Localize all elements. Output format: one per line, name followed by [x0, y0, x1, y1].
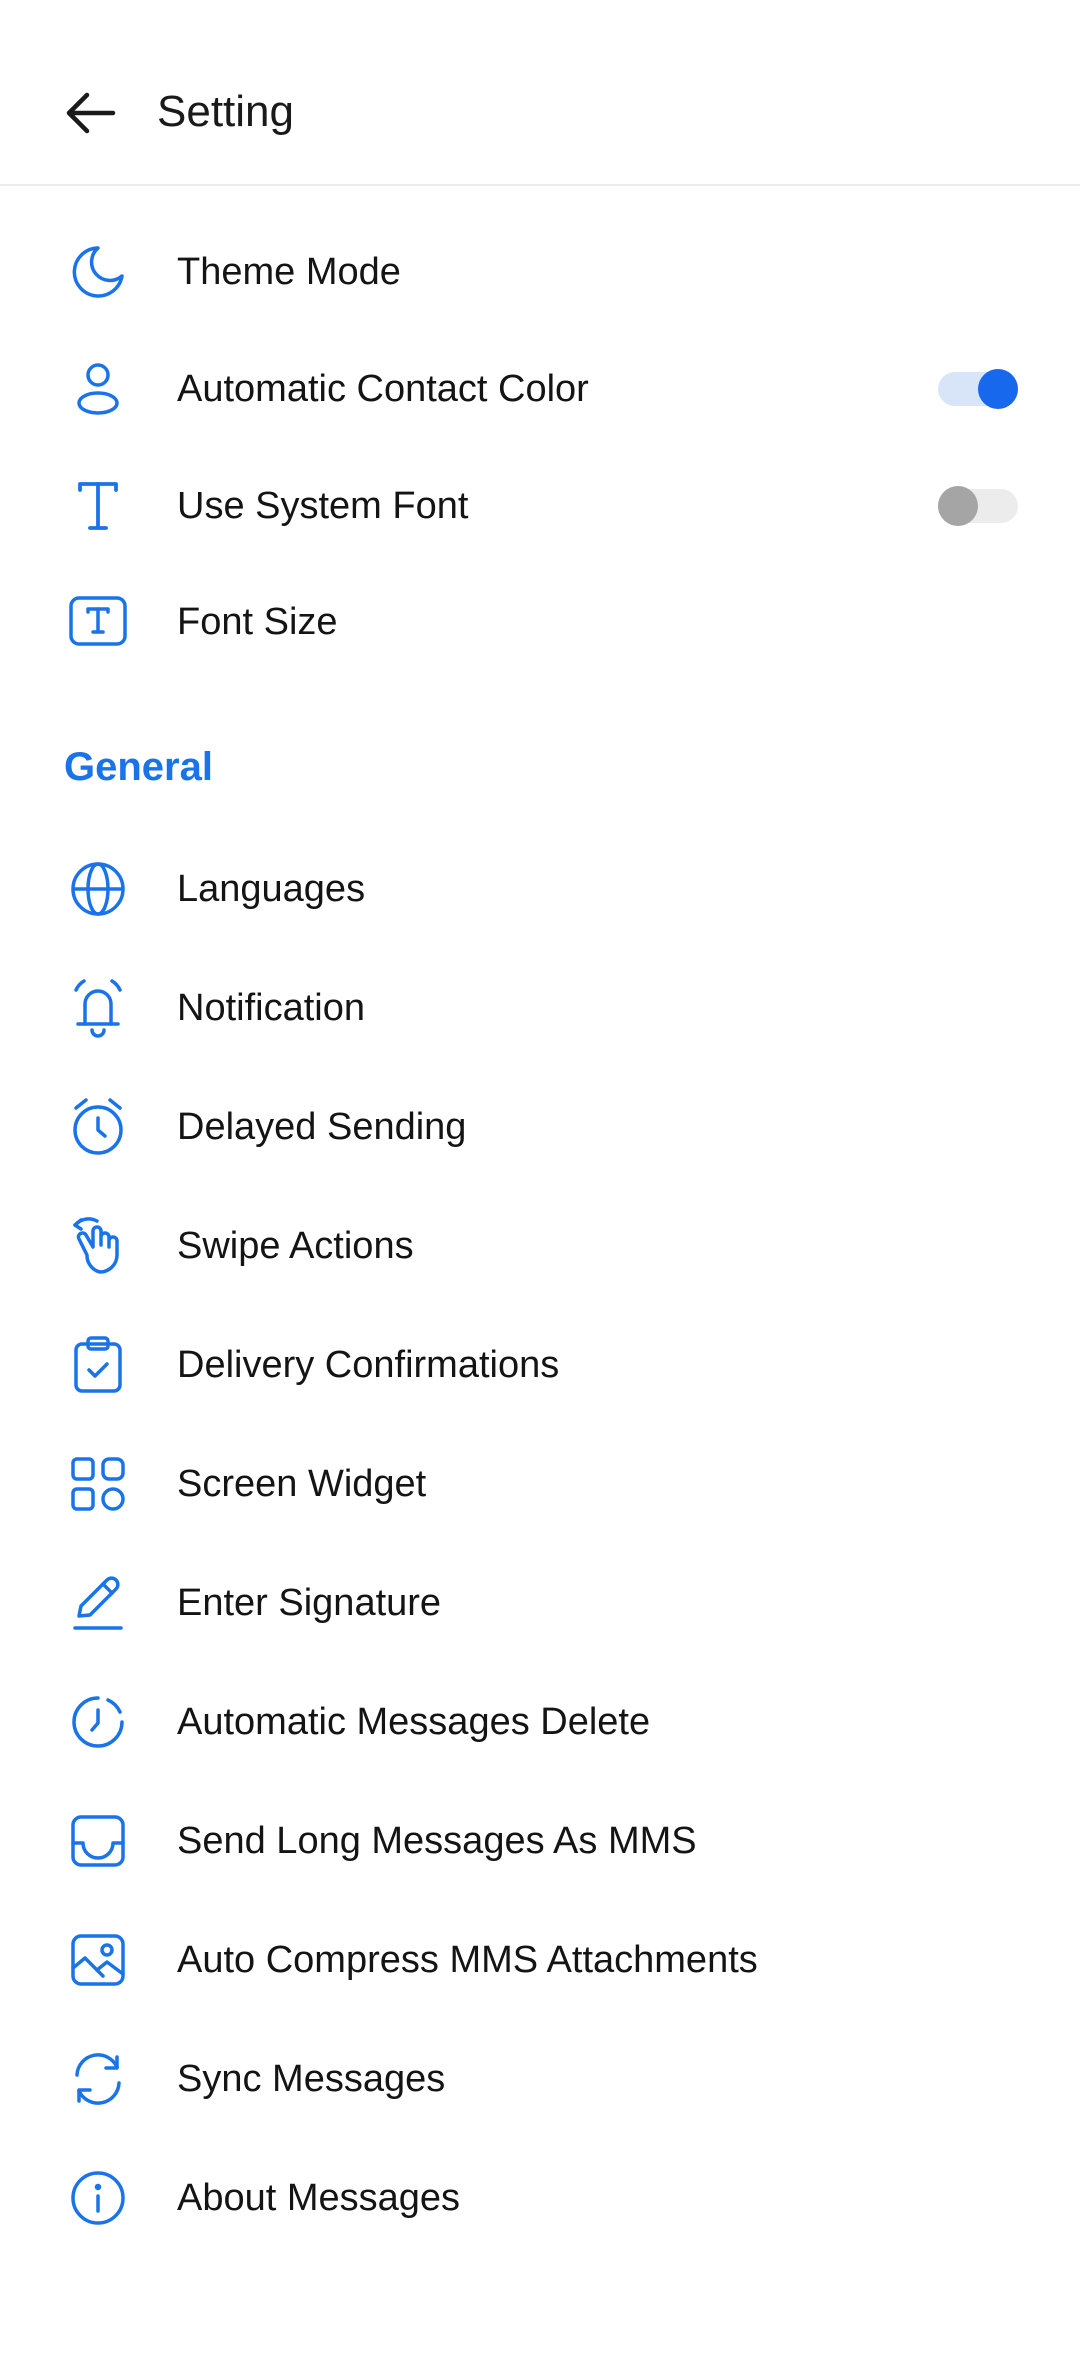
info-icon: [62, 2162, 134, 2234]
widget-grid-icon: [62, 1448, 134, 1520]
setting-screen-widget[interactable]: Screen Widget: [0, 1429, 1080, 1539]
user-icon: [62, 353, 134, 425]
moon-icon: [62, 236, 134, 308]
automatic-contact-color-toggle[interactable]: [938, 369, 1018, 409]
back-button[interactable]: [50, 78, 130, 148]
setting-label: Languages: [177, 868, 366, 910]
font-size-icon: [62, 586, 134, 658]
setting-label: Auto Compress MMS Attachments: [177, 1939, 758, 1981]
setting-delivery-confirmations[interactable]: Delivery Confirmations: [0, 1310, 1080, 1420]
setting-languages[interactable]: Languages: [0, 834, 1080, 944]
page-title: Setting: [157, 87, 294, 136]
setting-label: Theme Mode: [177, 251, 401, 293]
setting-swipe-actions[interactable]: Swipe Actions: [0, 1191, 1080, 1301]
image-icon: [62, 1924, 134, 1996]
inbox-icon: [62, 1805, 134, 1877]
setting-label: Delivery Confirmations: [177, 1344, 560, 1386]
pencil-icon: [62, 1567, 134, 1639]
use-system-font-toggle[interactable]: [938, 486, 1018, 526]
toggle-knob: [938, 486, 978, 526]
setting-font-size[interactable]: Font Size: [0, 567, 1080, 677]
setting-auto-compress-mms-attachments[interactable]: Auto Compress MMS Attachments: [0, 1905, 1080, 2015]
setting-label: Send Long Messages As MMS: [177, 1820, 697, 1862]
setting-theme-mode[interactable]: Theme Mode: [0, 217, 1080, 327]
sync-icon: [62, 2043, 134, 2115]
setting-enter-signature[interactable]: Enter Signature: [0, 1548, 1080, 1658]
setting-send-long-messages-as-mms[interactable]: Send Long Messages As MMS: [0, 1786, 1080, 1896]
setting-label: Notification: [177, 987, 365, 1029]
setting-label: Enter Signature: [177, 1582, 442, 1624]
setting-sync-messages[interactable]: Sync Messages: [0, 2024, 1080, 2134]
setting-automatic-messages-delete[interactable]: Automatic Messages Delete: [0, 1667, 1080, 1777]
clipboard-check-icon: [62, 1329, 134, 1401]
text-icon: [62, 470, 134, 542]
setting-label: Use System Font: [177, 485, 469, 527]
setting-automatic-contact-color[interactable]: Automatic Contact Color: [0, 334, 1080, 444]
setting-about-messages[interactable]: About Messages: [0, 2143, 1080, 2253]
setting-label: Delayed Sending: [177, 1106, 467, 1148]
bell-icon: [62, 972, 134, 1044]
setting-label: About Messages: [177, 2177, 461, 2219]
globe-icon: [62, 853, 134, 925]
history-icon: [62, 1686, 134, 1758]
alarm-clock-icon: [62, 1091, 134, 1163]
section-title-general: General: [64, 745, 213, 789]
setting-use-system-font[interactable]: Use System Font: [0, 451, 1080, 561]
toggle-knob: [978, 369, 1018, 409]
setting-label: Automatic Contact Color: [177, 368, 589, 410]
setting-label: Sync Messages: [177, 2058, 446, 2100]
setting-label: Swipe Actions: [177, 1225, 414, 1267]
setting-notification[interactable]: Notification: [0, 953, 1080, 1063]
setting-label: Font Size: [177, 601, 338, 643]
arrow-left-icon: [63, 91, 117, 135]
setting-label: Screen Widget: [177, 1463, 427, 1505]
setting-delayed-sending[interactable]: Delayed Sending: [0, 1072, 1080, 1182]
setting-label: Automatic Messages Delete: [177, 1701, 651, 1743]
swipe-hand-icon: [62, 1210, 134, 1282]
app-bar: Setting: [0, 0, 1080, 186]
